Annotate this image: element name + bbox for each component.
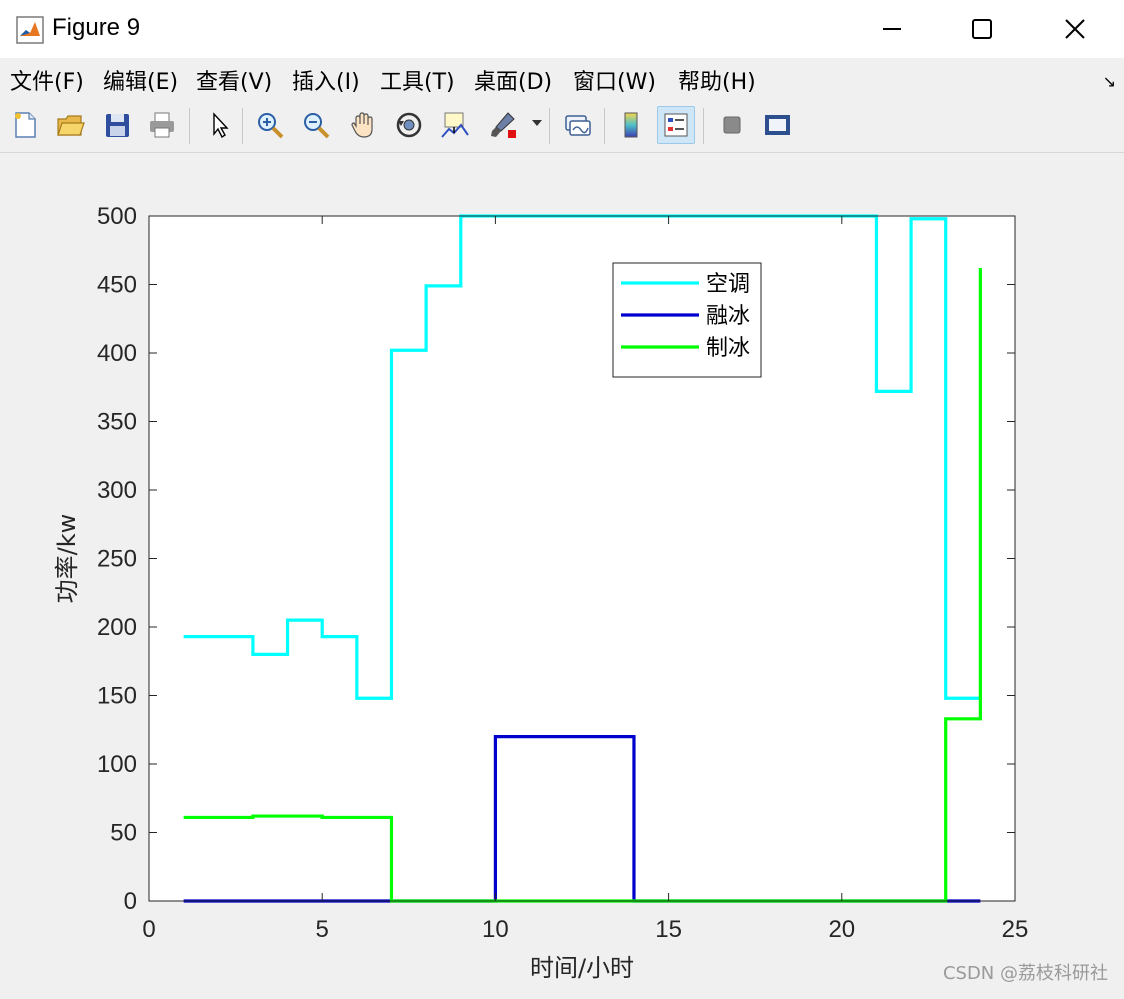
toolbar-separator bbox=[549, 108, 550, 144]
menu-tools[interactable]: 工具(T) bbox=[380, 64, 455, 96]
x-tick-label: 5 bbox=[316, 916, 329, 943]
y-tick-label: 450 bbox=[97, 272, 137, 299]
brush-dropdown-icon[interactable] bbox=[532, 120, 542, 126]
dock-arrow-icon[interactable]: ↘ bbox=[1103, 72, 1116, 91]
legend-icon bbox=[664, 113, 688, 137]
link-plot-icon bbox=[565, 115, 591, 136]
colorbar-icon bbox=[624, 112, 638, 138]
menu-desktop[interactable]: 桌面(D) bbox=[474, 64, 552, 96]
print-icon bbox=[150, 112, 174, 138]
zoom-out-icon bbox=[304, 113, 330, 139]
toolbar-separator bbox=[242, 108, 243, 144]
legend[interactable]: 空调融冰制冰 bbox=[612, 262, 762, 378]
legend-button[interactable] bbox=[657, 106, 695, 144]
y-tick-label: 150 bbox=[97, 683, 137, 710]
y-tick-label: 250 bbox=[97, 546, 137, 573]
matlab-app-icon bbox=[16, 16, 44, 44]
legend-label-1: 空调 bbox=[706, 272, 750, 297]
show-plot-tools-button[interactable] bbox=[758, 106, 796, 144]
window-title: Figure 9 bbox=[52, 14, 141, 41]
toolbar bbox=[0, 100, 1124, 153]
menu-insert[interactable]: 插入(I) bbox=[292, 64, 360, 96]
select-arrow-button[interactable] bbox=[200, 106, 238, 144]
y-tick-label: 200 bbox=[97, 614, 137, 641]
brush-button[interactable] bbox=[484, 106, 522, 144]
rotate-3d-icon bbox=[396, 112, 422, 138]
select-arrow-icon bbox=[213, 112, 229, 139]
x-tick-label: 10 bbox=[482, 916, 509, 943]
x-tick-label: 15 bbox=[655, 916, 682, 943]
close-button[interactable] bbox=[1045, 6, 1105, 52]
toolbar-separator bbox=[703, 108, 704, 144]
new-figure-icon bbox=[15, 112, 36, 138]
open-file-icon bbox=[57, 115, 85, 136]
toolbar-separator bbox=[604, 108, 605, 144]
y-tick-label: 500 bbox=[97, 203, 137, 230]
link-plot-button[interactable] bbox=[558, 106, 596, 144]
zoom-in-button[interactable] bbox=[251, 106, 289, 144]
y-tick-label: 350 bbox=[97, 409, 137, 436]
hide-plot-tools-icon bbox=[723, 116, 741, 134]
maximize-icon bbox=[972, 19, 992, 39]
x-tick-label: 20 bbox=[828, 916, 855, 943]
menu-bar: 文件(F) 编辑(E) 查看(V) 插入(I) 工具(T) 桌面(D) 窗口(W… bbox=[0, 58, 1124, 100]
print-button[interactable] bbox=[143, 106, 181, 144]
legend-label-2: 融冰 bbox=[706, 304, 750, 329]
y-tick-label: 0 bbox=[124, 888, 137, 915]
save-icon bbox=[106, 114, 129, 137]
zoom-in-icon bbox=[258, 113, 284, 139]
menu-view[interactable]: 查看(V) bbox=[196, 64, 272, 96]
save-button[interactable] bbox=[98, 106, 136, 144]
minimize-icon bbox=[883, 28, 901, 30]
chart[interactable]: 0 5 10 15 20 25050100150200250300350400450500… bbox=[0, 153, 1124, 995]
axes-background bbox=[149, 216, 1015, 901]
new-figure-button[interactable] bbox=[6, 106, 44, 144]
show-plot-tools-icon bbox=[765, 115, 790, 135]
y-axis-label: 功率/kw bbox=[53, 514, 81, 604]
menu-window[interactable]: 窗口(W) bbox=[573, 64, 656, 96]
minimize-button[interactable] bbox=[862, 6, 922, 52]
data-cursor-icon bbox=[441, 112, 469, 138]
menu-help[interactable]: 帮助(H) bbox=[678, 64, 756, 96]
legend-label-3: 制冰 bbox=[706, 336, 750, 361]
pan-hand-icon bbox=[351, 112, 373, 138]
x-tick-label: 25 bbox=[1002, 916, 1029, 943]
maximize-button[interactable] bbox=[952, 6, 1012, 52]
watermark: CSDN @荔枝科研社 bbox=[942, 963, 1108, 984]
close-icon bbox=[1065, 19, 1085, 39]
y-tick-label: 50 bbox=[110, 820, 137, 847]
x-axis-label: 时间/小时 bbox=[530, 954, 634, 982]
data-cursor-button[interactable] bbox=[436, 106, 474, 144]
y-tick-label: 100 bbox=[97, 751, 137, 778]
toolbar-separator bbox=[189, 108, 190, 144]
y-tick-label: 400 bbox=[97, 340, 137, 367]
pan-button[interactable] bbox=[344, 106, 382, 144]
open-file-button[interactable] bbox=[51, 106, 89, 144]
title-bar: Figure 9 bbox=[0, 0, 1124, 58]
rotate-3d-button[interactable] bbox=[390, 106, 428, 144]
menu-file[interactable]: 文件(F) bbox=[10, 64, 84, 96]
hide-plot-tools-button[interactable] bbox=[713, 106, 751, 144]
menu-edit[interactable]: 编辑(E) bbox=[103, 64, 178, 96]
brush-icon bbox=[491, 112, 516, 138]
zoom-out-button[interactable] bbox=[297, 106, 335, 144]
y-tick-label: 300 bbox=[97, 477, 137, 504]
colorbar-button[interactable] bbox=[612, 106, 650, 144]
x-tick-label: 0 bbox=[142, 916, 155, 943]
figure-canvas: 0 5 10 15 20 25 0 50 100 150 200 250 300 350 400 450 500… bbox=[0, 153, 1124, 995]
